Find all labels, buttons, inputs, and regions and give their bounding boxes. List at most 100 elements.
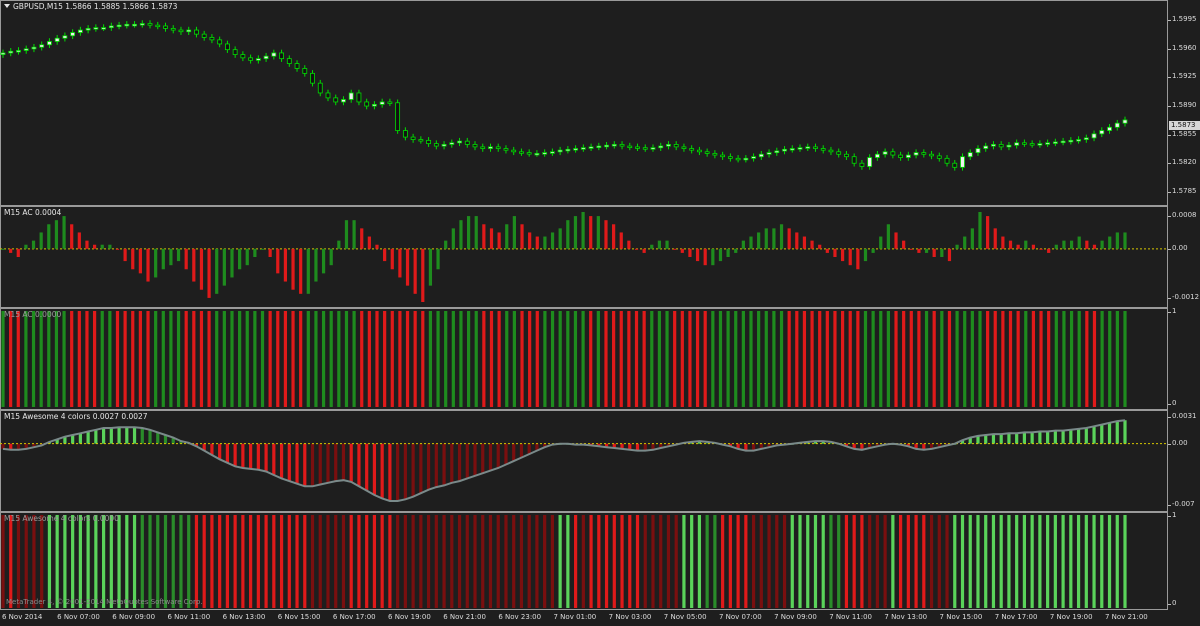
ac-binary-bar-up: [337, 311, 341, 407]
ac-chart-svg[interactable]: [0, 206, 1200, 308]
ac-binary-bar-up: [47, 311, 51, 407]
ac-binary-bar-down: [688, 311, 692, 407]
ac-binary-bar-up: [772, 311, 776, 407]
ac-binary-bar-up: [329, 311, 333, 407]
ac-binary-bar-up: [436, 311, 440, 407]
awesome-binary-svg[interactable]: [0, 512, 1200, 610]
candle-bear: [472, 144, 478, 148]
awesome-binary-bar: [40, 515, 44, 608]
ac-binary-bar-down: [398, 311, 402, 407]
awesome-binary-bar: [47, 515, 52, 608]
awesome-binary-bar: [1115, 515, 1119, 608]
time-axis-label: 7 Nov 17:00: [994, 613, 1038, 621]
scale-tick-label: 1.5925: [1172, 72, 1197, 81]
time-axis-label: 6 Nov 2014: [2, 613, 43, 621]
ac-bar-down: [917, 248, 921, 253]
awesome-binary-bar: [659, 515, 663, 608]
ac-binary-bar-up: [1054, 311, 1058, 407]
awesome-binary-bar: [844, 515, 849, 608]
ac-bar-down: [642, 248, 646, 253]
candle-bull: [1068, 139, 1074, 143]
awesome-binary-bar: [264, 515, 268, 608]
ac-bar-up: [238, 248, 242, 270]
ac-binary-bar-down: [1001, 311, 1005, 407]
candle-bull: [797, 147, 803, 150]
ac-bar-up: [596, 216, 600, 249]
ac-bar-down: [673, 248, 677, 250]
awesome-binary-pane[interactable]: M15 Awesome 4 colors 0.0000 10: [0, 511, 1200, 610]
time-axis-label: 7 Nov 01:00: [553, 613, 597, 621]
candle-bull: [565, 148, 571, 152]
scale-tick-label: 1.5785: [1172, 186, 1197, 195]
ac-binary-bar-down: [856, 311, 860, 407]
ac-binary-bar-up: [352, 311, 356, 407]
ac-binary-bar-down: [1039, 311, 1043, 407]
ac-binary-bar-down: [909, 311, 913, 407]
ac-bar-down: [92, 244, 97, 249]
ac-binary-bar-down: [1031, 311, 1036, 407]
candle-bear: [890, 151, 896, 156]
ac-binary-bar-down: [818, 311, 822, 407]
awesome-binary-bar: [604, 515, 609, 608]
ac-binary-bar-down: [413, 311, 417, 407]
ac-bar-down: [268, 248, 272, 257]
ac-binary-bar-down: [92, 311, 97, 407]
candle-bull: [271, 52, 277, 57]
awesome-binary-bar: [682, 515, 686, 608]
ac-bar-up: [512, 216, 516, 249]
candle-bear: [426, 139, 431, 145]
candle-bull: [348, 92, 354, 100]
candle-bear: [836, 151, 842, 155]
ac-binary-bar-down: [627, 311, 631, 407]
candle-bull: [1037, 143, 1043, 146]
ac-binary-bar-up: [581, 311, 585, 407]
candle-bull: [372, 104, 377, 107]
price-chart-svg[interactable]: [0, 0, 1200, 206]
awesome-bar: [101, 428, 106, 444]
ac-bar-up: [871, 248, 875, 253]
ac-bar-up: [444, 240, 448, 249]
ac-binary-pane[interactable]: M15 AC 0.0000 10: [0, 307, 1200, 410]
candle-bull: [1014, 142, 1020, 146]
metatrader-chart-window[interactable]: GBPUSD,M15 1.5866 1.5885 1.5866 1.5873 1…: [0, 0, 1200, 626]
awesome-pane[interactable]: M15 Awesome 4 colors 0.0027 0.0027 0.003…: [0, 410, 1200, 512]
awesome-bar: [249, 443, 253, 469]
awesome-bar: [1022, 432, 1027, 444]
price-pane-title: GBPUSD,M15 1.5866 1.5885 1.5866 1.5873: [4, 2, 177, 11]
candle-bull: [751, 156, 756, 159]
ac-bar-up: [230, 248, 234, 278]
awesome-binary-bar: [156, 515, 160, 608]
awesome-binary-bar: [396, 515, 400, 608]
awesome-bar: [1030, 432, 1034, 444]
awesome-bar: [457, 443, 462, 482]
candle-bull: [766, 152, 772, 155]
ac-binary-bar-down: [894, 311, 898, 407]
dropdown-triangle-icon[interactable]: [4, 4, 10, 8]
ac-bar-up: [749, 236, 753, 249]
ac-binary-bar-up: [321, 311, 326, 407]
ac-binary-bar-up: [238, 311, 242, 407]
ac-binary-bar-up: [1108, 311, 1112, 407]
ac-binary-svg[interactable]: [0, 308, 1200, 410]
candle-bull: [47, 41, 52, 46]
ac-pane-title: M15 AC 0.0004: [4, 208, 62, 217]
awesome-binary-bar: [310, 515, 315, 608]
ac-binary-bar-down: [138, 311, 142, 407]
ac-bar-up: [879, 236, 883, 249]
awesome-chart-svg[interactable]: [0, 410, 1200, 512]
scale-tick-mark: [1168, 312, 1171, 313]
ac-bar-up: [306, 248, 310, 294]
awesome-bar: [264, 443, 268, 472]
time-axis-label: 7 Nov 09:00: [774, 613, 817, 621]
ac-binary-bar-up: [215, 311, 219, 407]
ac-bar-down: [840, 248, 845, 262]
ac-binary-bar-down: [192, 311, 196, 407]
candle-bear: [317, 82, 323, 94]
candle-bull: [341, 99, 346, 103]
ac-bar-down: [680, 248, 684, 253]
awesome-bar: [488, 443, 493, 471]
ac-pane[interactable]: M15 AC 0.0004 0.0008 0.00 -0.0012: [0, 206, 1200, 308]
awesome-binary-bar: [380, 515, 384, 608]
price-pane[interactable]: GBPUSD,M15 1.5866 1.5885 1.5866 1.5873 1…: [0, 0, 1200, 206]
awesome-bar: [365, 443, 369, 491]
